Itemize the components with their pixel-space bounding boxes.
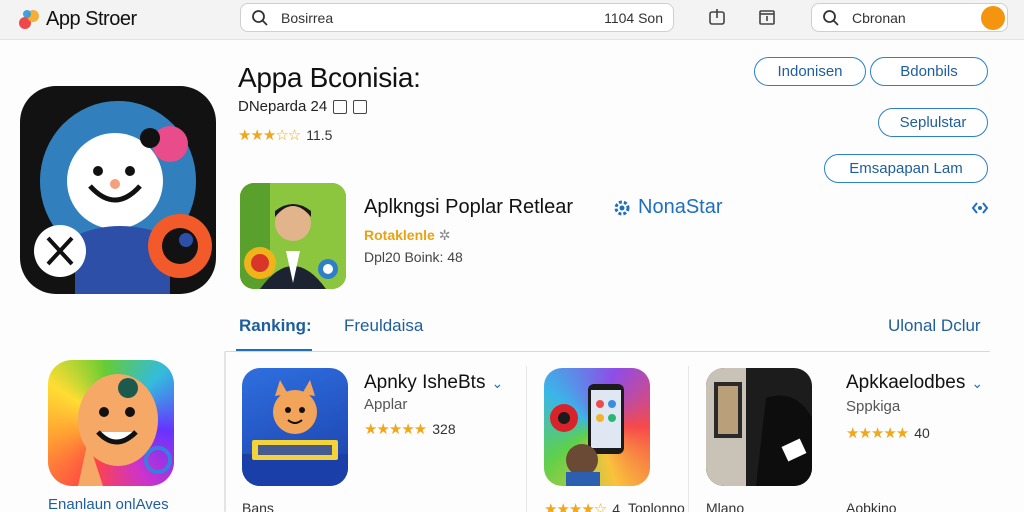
card-frame-left	[224, 351, 226, 512]
share-icon[interactable]	[708, 8, 726, 26]
expand-icon[interactable]	[353, 99, 368, 114]
card-bottom-label: Bans	[242, 500, 274, 512]
indonisen-button[interactable]: Indonisen	[754, 57, 866, 86]
featured-badge[interactable]: NonaStar	[612, 196, 723, 219]
side-app-label[interactable]: Enanlaun onlAves	[48, 496, 169, 512]
tabs-divider	[226, 351, 990, 352]
gear-icon	[614, 200, 630, 215]
card-title[interactable]: Apkkaelodbes ⌄	[846, 372, 983, 394]
sparkle-icon: ✲	[438, 227, 451, 243]
star-rating-icon: ★★★☆☆	[238, 127, 301, 144]
search-placeholder: Bosirrea	[281, 9, 334, 26]
featured-title[interactable]: Aplkngsi Poplar Retlear	[364, 196, 573, 219]
expand-arrows-icon[interactable]	[970, 198, 990, 218]
tab-ranking[interactable]: Ranking:	[239, 316, 312, 336]
app-meta-text: DNeparda 24	[238, 98, 328, 115]
app-rating: ★★★☆☆ 11.5	[238, 126, 332, 144]
search-right-text: 1104 Son	[604, 9, 663, 26]
card-rating: ★★★★★ 328	[364, 420, 456, 438]
card-title-text: Apkkaelodbes	[846, 372, 966, 393]
featured-subtitle: Rotaklenle ✲	[364, 227, 450, 244]
search-icon	[823, 9, 839, 26]
app-title: Appa Bconisia:	[238, 62, 421, 93]
mascot-icon	[78, 374, 172, 486]
card-title-text: Apnky IsheBts	[364, 372, 486, 393]
app-store-logo[interactable]: App Stroer	[16, 6, 137, 32]
card-app-icon[interactable]	[544, 368, 650, 486]
tab-ulonal-dclur[interactable]: Ulonal Dclur	[888, 316, 981, 336]
card-bottom-label-right: Aobkino	[846, 500, 897, 512]
card-subtitle: Applar	[364, 396, 408, 413]
search2-placeholder: Cbronan	[852, 9, 906, 26]
search-input[interactable]: Bosirrea 1104 Son	[240, 3, 674, 32]
app-store-page: App Stroer Bosirrea 1104 Son Cbronan App…	[0, 0, 1024, 512]
tab-freuldaisa[interactable]: Freuldaisa	[344, 316, 423, 336]
info-icon[interactable]	[333, 99, 348, 114]
card-rating-count: 40	[914, 425, 930, 441]
main-app-icon[interactable]	[20, 86, 216, 294]
column-divider	[526, 366, 527, 512]
app-store-logo-icon	[19, 10, 39, 29]
app-meta: DNeparda 24	[238, 98, 368, 115]
featured-app-thumbnail[interactable]	[240, 183, 346, 289]
card-app-icon[interactable]	[242, 368, 348, 486]
card-rating: ★★★★★ 40	[846, 424, 930, 442]
bookmark-icon[interactable]	[758, 8, 776, 26]
card-rating-count: 328	[432, 421, 456, 437]
featured-subtitle-text: Rotaklenle	[364, 227, 435, 243]
card-bottom-label: Mlano	[706, 500, 745, 512]
phone-mockup-icon	[550, 384, 624, 486]
chevron-down-icon[interactable]: ⌄	[971, 375, 983, 392]
app-mascot-icon	[34, 101, 212, 294]
cat-mascot-icon	[242, 380, 348, 486]
card-bottom-label: Toplonno	[628, 500, 685, 512]
card-rating-count: 4	[612, 501, 621, 512]
bdonbils-button[interactable]: Bdonbils	[870, 57, 988, 86]
person-photo-icon	[240, 183, 346, 289]
secondary-search-input[interactable]: Cbronan	[811, 3, 1008, 32]
profile-avatar[interactable]	[981, 6, 1005, 30]
card-rating: ★★★★☆ 4	[544, 500, 620, 512]
search-icon	[252, 9, 268, 26]
card-app-icon[interactable]	[706, 368, 812, 486]
card-title[interactable]: Apnky IsheBts ⌄	[364, 372, 503, 394]
photo-frame-icon	[706, 368, 812, 486]
featured-detail: Dpl20 Boink: 48	[364, 249, 463, 265]
seplulstar-button[interactable]: Seplulstar	[878, 108, 988, 137]
top-bar: App Stroer Bosirrea 1104 Son Cbronan	[0, 0, 1024, 40]
side-app-icon[interactable]	[48, 360, 174, 486]
card-subtitle: Sppkiga	[846, 398, 901, 415]
chevron-down-icon[interactable]: ⌄	[491, 375, 503, 392]
star-rating-icon: ★★★★★	[364, 421, 427, 438]
emsapapan-button[interactable]: Emsapapan Lam	[824, 154, 988, 183]
logo-text: App Stroer	[46, 7, 137, 30]
featured-badge-label: NonaStar	[638, 196, 723, 218]
column-divider	[688, 366, 689, 512]
rating-value: 11.5	[306, 127, 333, 143]
star-rating-icon: ★★★★★	[846, 425, 909, 442]
star-rating-icon: ★★★★☆	[544, 501, 607, 512]
